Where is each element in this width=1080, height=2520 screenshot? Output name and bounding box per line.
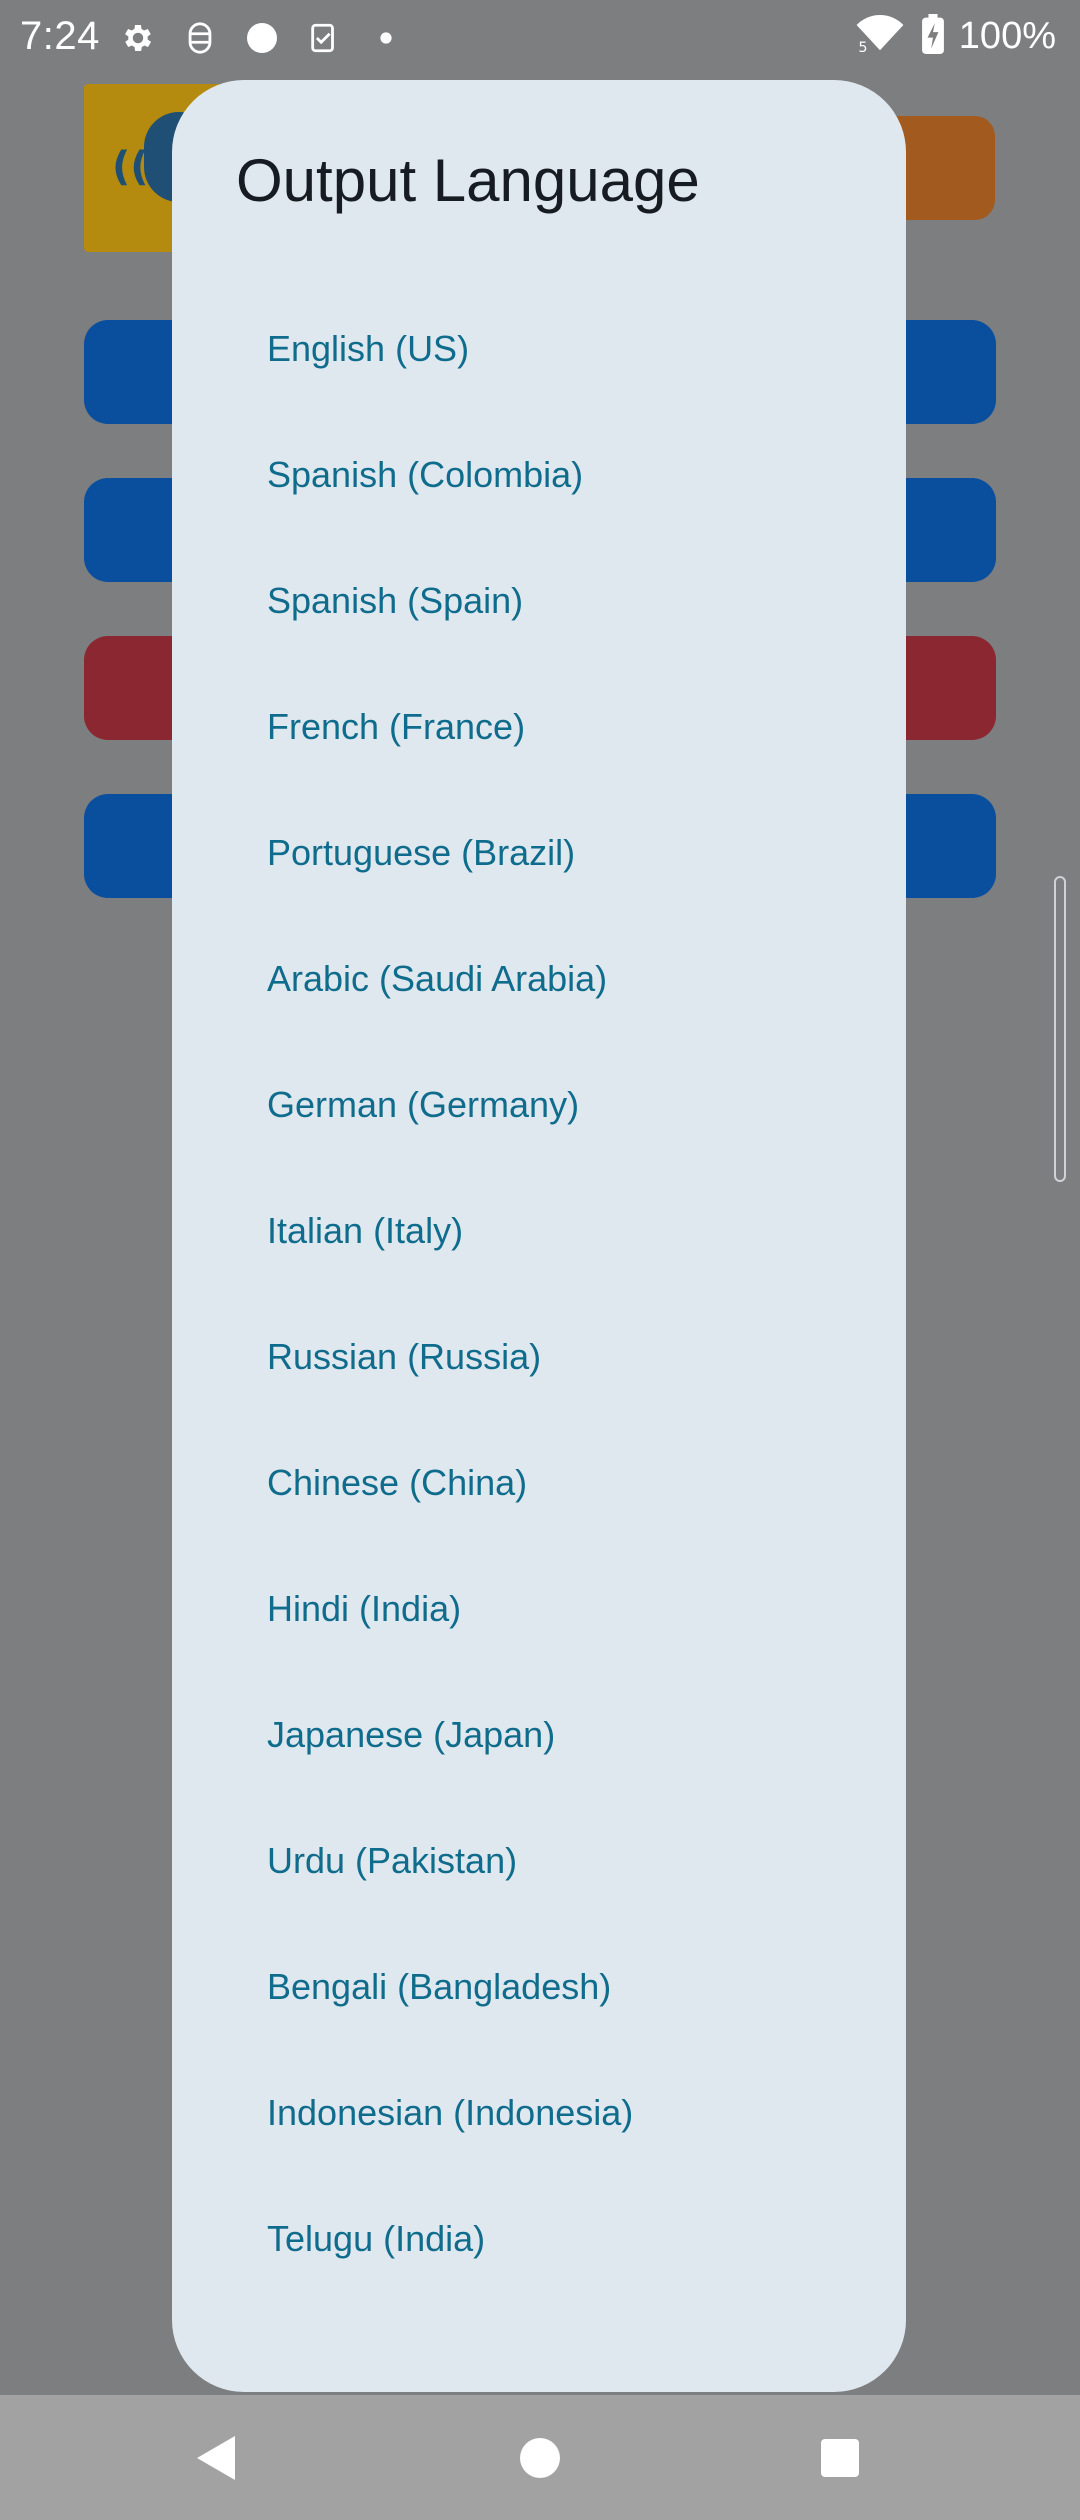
dialog-title: Output Language <box>236 147 700 214</box>
battery-percentage: 100% <box>958 15 1056 57</box>
back-icon <box>197 2435 235 2480</box>
back-button[interactable] <box>136 2395 296 2520</box>
recents-icon <box>821 2438 859 2477</box>
status-system-icons: 5 100% <box>853 14 1056 59</box>
wifi-icon: 5 <box>853 14 907 59</box>
language-option-spanish-colombia[interactable]: Spanish (Colombia) <box>172 412 906 538</box>
status-time: 7:24 <box>20 14 100 58</box>
language-option-french-france[interactable]: French (France) <box>172 664 906 790</box>
language-option-indonesian-indonesia[interactable]: Indonesian (Indonesia) <box>172 2050 906 2176</box>
language-option-japanese-japan[interactable]: Japanese (Japan) <box>172 1672 906 1798</box>
language-option-bengali-bangladesh[interactable]: Bengali (Bangladesh) <box>172 1924 906 2050</box>
language-option-spanish-spain[interactable]: Spanish (Spain) <box>172 538 906 664</box>
language-option-arabic-saudi-arabia[interactable]: Arabic (Saudi Arabia) <box>172 916 906 1042</box>
background-scrollbar <box>1054 876 1066 1182</box>
status-bar: 7:24 5 100% <box>0 0 1080 80</box>
language-option-portuguese-brazil[interactable]: Portuguese (Brazil) <box>172 790 906 916</box>
language-option-english-us[interactable]: English (US) <box>172 286 906 412</box>
language-option-hindi-india[interactable]: Hindi (India) <box>172 1546 906 1672</box>
status-notification-icons <box>118 18 406 58</box>
accessibility-icon <box>180 18 220 58</box>
recents-button[interactable] <box>760 2395 920 2520</box>
settings-icon <box>118 18 158 58</box>
language-option-russian-russia[interactable]: Russian (Russia) <box>172 1294 906 1420</box>
language-option-german-germany[interactable]: German (Germany) <box>172 1042 906 1168</box>
dot-icon <box>366 18 406 58</box>
wifi-badge: 5 <box>858 40 867 54</box>
home-icon <box>520 2437 560 2478</box>
language-option-italian-italy[interactable]: Italian (Italy) <box>172 1168 906 1294</box>
language-option-urdu-pakistan[interactable]: Urdu (Pakistan) <box>172 1798 906 1924</box>
language-option-telugu-india[interactable]: Telugu (India) <box>172 2176 906 2302</box>
home-button[interactable] <box>460 2395 620 2520</box>
output-language-dialog: Output Language English (US) Spanish (Co… <box>172 80 906 2392</box>
language-list: English (US) Spanish (Colombia) Spanish … <box>172 286 906 2302</box>
language-option-chinese-china[interactable]: Chinese (China) <box>172 1420 906 1546</box>
circle-icon <box>242 18 282 58</box>
navigation-bar <box>0 2395 1080 2520</box>
clipboard-check-icon <box>304 18 344 58</box>
battery-charging-icon <box>921 14 945 59</box>
